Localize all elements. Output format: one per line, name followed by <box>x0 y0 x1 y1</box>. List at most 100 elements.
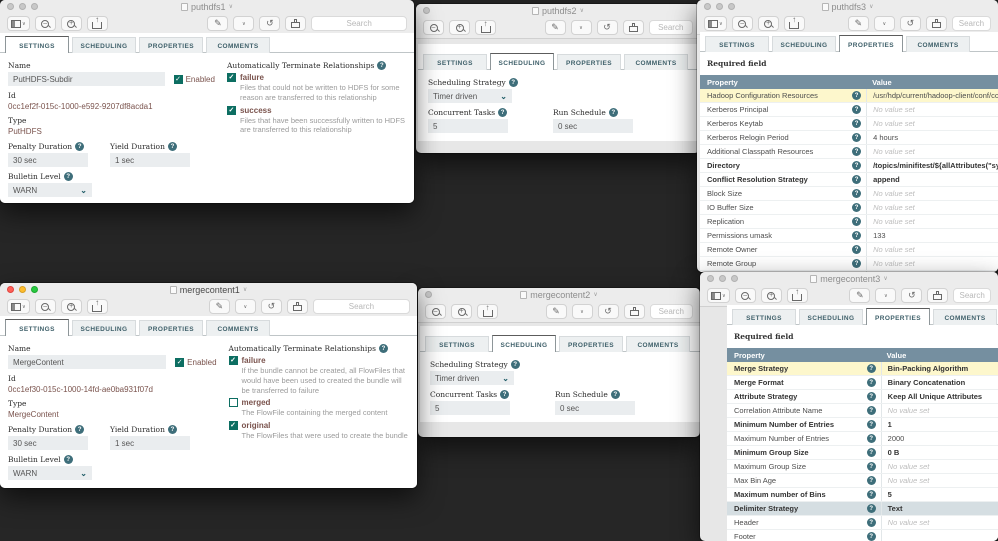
scheduling-strategy-select[interactable]: Timer driven ⌄ <box>430 371 514 385</box>
property-value[interactable]: 0 B <box>880 446 998 459</box>
print-button[interactable] <box>623 304 645 319</box>
share-button[interactable] <box>783 16 805 31</box>
property-value[interactable]: No value set <box>866 201 998 214</box>
titlebar[interactable]: mergecontent3 ∨ <box>700 272 998 285</box>
property-value[interactable]: No value set <box>866 215 998 228</box>
property-value[interactable]: No value set <box>866 257 998 270</box>
property-value[interactable]: 1 <box>880 418 998 431</box>
tab-properties[interactable]: PROPERTIES <box>839 35 903 52</box>
search-input[interactable] <box>953 288 992 303</box>
traffic-light-red[interactable] <box>7 3 14 10</box>
sidebar-button[interactable]: ∨ <box>7 299 30 314</box>
property-value[interactable]: /usr/hdp/current/hadoop-client/conf/core… <box>866 89 998 102</box>
bulletin-level-select[interactable]: WARN ⌄ <box>8 183 92 197</box>
tab-scheduling[interactable]: SCHEDULING <box>772 36 836 52</box>
tab-settings[interactable]: SETTINGS <box>705 36 769 52</box>
property-value[interactable]: 133 <box>866 229 998 242</box>
zoom-out-button[interactable]: – <box>34 299 56 314</box>
tab-scheduling[interactable]: SCHEDULING <box>490 53 554 70</box>
rotate-button[interactable]: ↺ <box>899 16 921 31</box>
tab-comments[interactable]: COMMENTS <box>206 320 270 336</box>
traffic-light-yellow[interactable] <box>19 286 26 293</box>
traffic-light-red[interactable] <box>423 7 430 14</box>
tab-settings[interactable]: SETTINGS <box>425 336 489 352</box>
property-value[interactable]: No value set <box>866 243 998 256</box>
tab-scheduling[interactable]: SCHEDULING <box>492 335 556 352</box>
markup-dropdown-button[interactable]: ∨ <box>873 16 895 31</box>
name-input[interactable]: PutHDFS-Subdir <box>8 72 165 86</box>
markup-dropdown-button[interactable]: ∨ <box>571 304 593 319</box>
property-value[interactable]: Text <box>880 502 998 515</box>
search-input[interactable] <box>312 299 411 314</box>
tab-properties[interactable]: PROPERTIES <box>866 308 930 325</box>
tab-comments[interactable]: COMMENTS <box>933 309 997 325</box>
title-chevron-icon[interactable]: ∨ <box>229 3 233 10</box>
penalty-duration-input[interactable]: 30 sec <box>8 436 88 450</box>
property-value[interactable]: No value set <box>866 187 998 200</box>
print-button[interactable] <box>927 288 949 303</box>
checkbox-enabled[interactable]: ✓ <box>173 74 183 84</box>
markup-button[interactable]: ✎ <box>544 20 566 35</box>
tab-settings[interactable]: SETTINGS <box>732 309 796 325</box>
tab-settings[interactable]: SETTINGS <box>423 54 487 70</box>
print-button[interactable] <box>925 16 947 31</box>
title-chevron-icon[interactable]: ∨ <box>593 291 597 298</box>
property-value[interactable]: Binary Concatenation <box>880 376 998 389</box>
rotate-button[interactable]: ↺ <box>901 288 923 303</box>
tab-comments[interactable]: COMMENTS <box>624 54 688 70</box>
penalty-duration-input[interactable]: 30 sec <box>8 153 88 167</box>
print-button[interactable] <box>286 299 308 314</box>
share-button[interactable] <box>786 288 808 303</box>
traffic-light-green[interactable] <box>31 286 38 293</box>
traffic-light-yellow[interactable] <box>719 275 726 282</box>
titlebar[interactable]: mergecontent1 ∨ <box>0 283 417 296</box>
checkbox-relationship-failure[interactable]: ✓ <box>226 73 236 82</box>
zoom-out-button[interactable]: – <box>731 16 753 31</box>
zoom-in-button[interactable]: + <box>451 304 472 319</box>
traffic-light-green[interactable] <box>31 3 38 10</box>
share-button[interactable] <box>86 16 108 31</box>
property-value[interactable]: No value set <box>866 117 998 130</box>
tab-properties[interactable]: PROPERTIES <box>557 54 621 70</box>
search-input[interactable] <box>648 20 693 35</box>
markup-button[interactable]: ✎ <box>847 16 869 31</box>
zoom-in-button[interactable]: + <box>60 16 82 31</box>
run-schedule-input[interactable]: 0 sec <box>555 401 635 415</box>
property-value[interactable]: No value set <box>866 145 998 158</box>
title-chevron-icon[interactable]: ∨ <box>580 7 584 14</box>
sidebar-button[interactable]: ∨ <box>704 16 727 31</box>
sidebar-button[interactable]: ∨ <box>707 288 730 303</box>
tab-properties[interactable]: PROPERTIES <box>139 37 203 53</box>
titlebar[interactable]: puthdfs3 ∨ <box>697 0 998 13</box>
markup-dropdown-button[interactable]: ∨ <box>875 288 897 303</box>
markup-dropdown-button[interactable]: ∨ <box>233 16 255 31</box>
property-value[interactable]: No value set <box>880 460 998 473</box>
zoom-out-button[interactable]: – <box>34 16 56 31</box>
zoom-out-button[interactable]: – <box>734 288 756 303</box>
markup-button[interactable]: ✎ <box>849 288 871 303</box>
traffic-light-yellow[interactable] <box>716 3 723 10</box>
property-value[interactable]: Bin-Packing Algorithm <box>880 362 998 375</box>
checkbox-relationship-failure[interactable]: ✓ <box>228 356 238 365</box>
checkbox-enabled[interactable]: ✓ <box>175 357 185 367</box>
traffic-light-red[interactable] <box>7 286 14 293</box>
rotate-button[interactable]: ↺ <box>596 20 618 35</box>
tab-settings[interactable]: SETTINGS <box>5 319 69 336</box>
title-chevron-icon[interactable]: ∨ <box>869 3 873 10</box>
titlebar[interactable]: puthdfs2 ∨ <box>416 4 700 17</box>
zoom-in-button[interactable]: + <box>449 20 470 35</box>
sidebar-button[interactable]: ∨ <box>7 16 30 31</box>
property-value[interactable]: append <box>866 173 998 186</box>
titlebar[interactable]: mergecontent2 ∨ <box>418 288 700 301</box>
property-value[interactable] <box>880 530 998 541</box>
tab-comments[interactable]: COMMENTS <box>206 37 270 53</box>
traffic-light-red[interactable] <box>707 275 714 282</box>
title-chevron-icon[interactable]: ∨ <box>883 275 887 282</box>
tab-scheduling[interactable]: SCHEDULING <box>72 37 136 53</box>
share-button[interactable] <box>477 304 498 319</box>
checkbox-relationship-merged[interactable]: ✓ <box>228 398 238 408</box>
property-value[interactable]: No value set <box>866 103 998 116</box>
zoom-in-button[interactable]: + <box>757 16 779 31</box>
markup-button[interactable]: ✎ <box>208 299 230 314</box>
checkbox-relationship-original[interactable]: ✓ <box>228 421 238 430</box>
